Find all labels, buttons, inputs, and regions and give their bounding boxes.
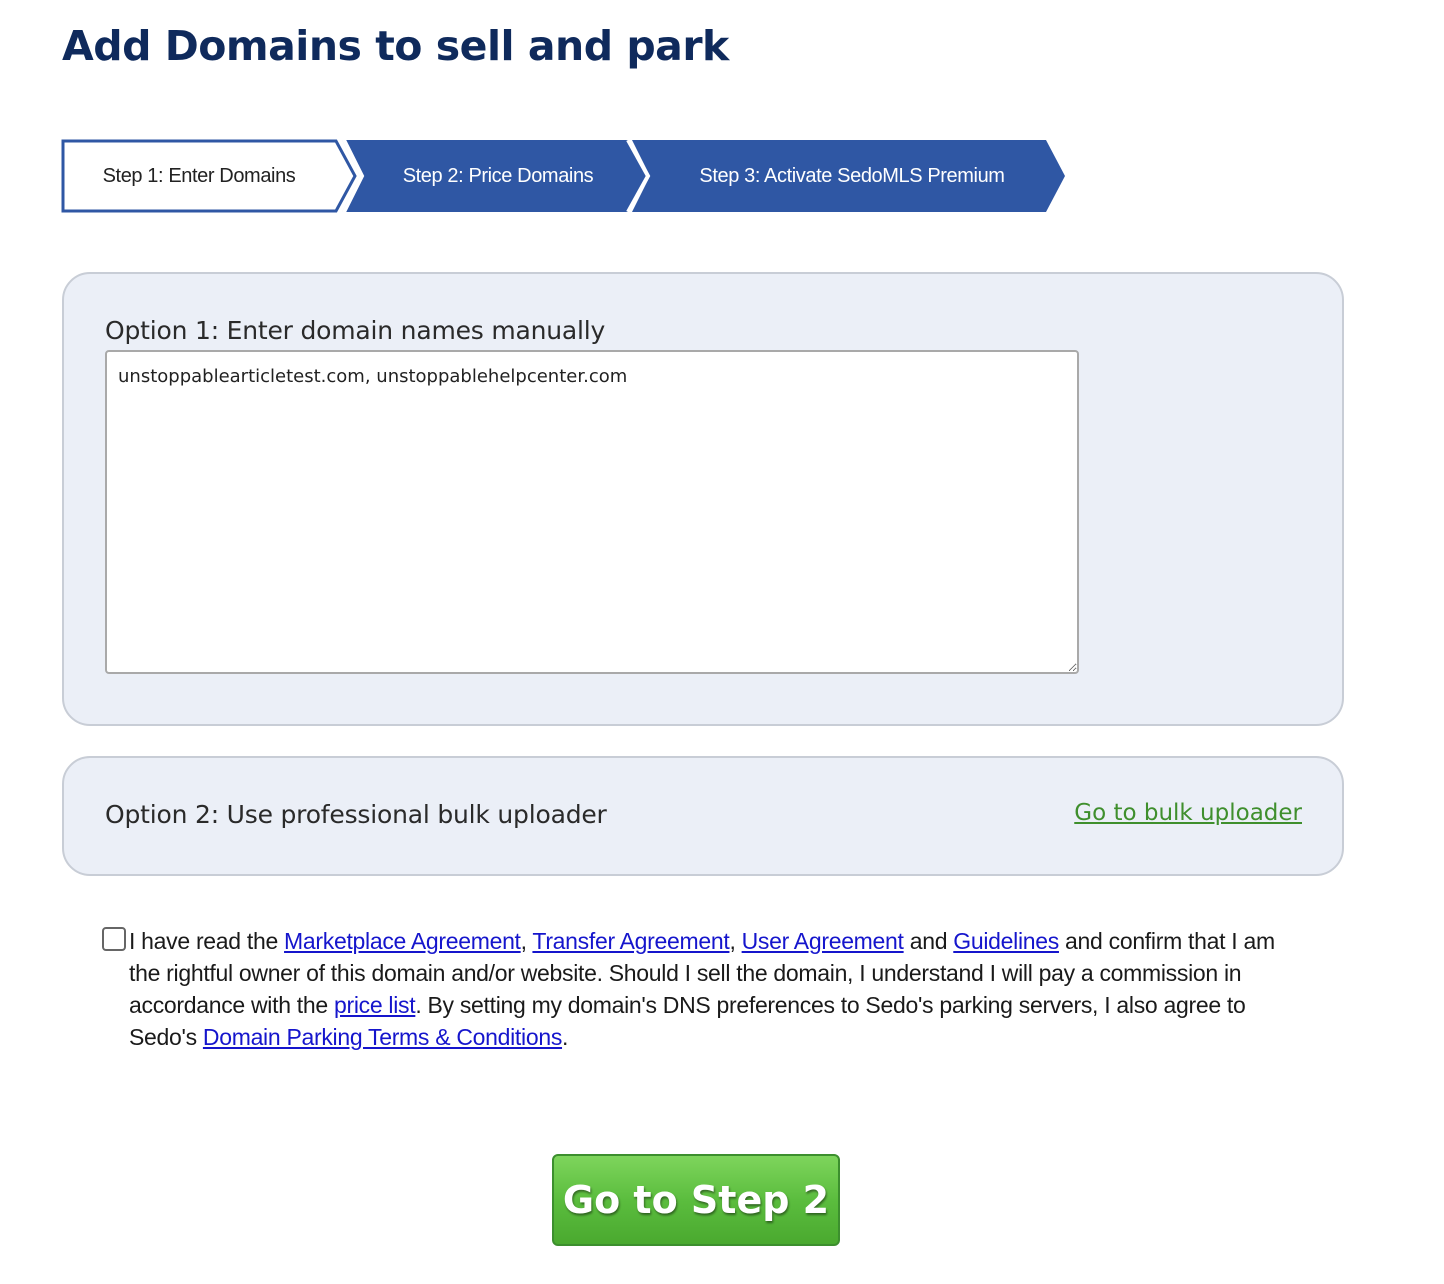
agreement-text-part: .	[562, 1024, 569, 1050]
step-3-label: Step 3: Activate SedoMLS Premium	[699, 165, 1005, 187]
guidelines-link[interactable]: Guidelines	[953, 928, 1059, 954]
option-1-panel: Option 1: Enter domain names manually	[62, 272, 1344, 726]
domain-parking-terms-link[interactable]: Domain Parking Terms & Conditions	[203, 1024, 562, 1050]
step-1-label: Step 1: Enter Domains	[102, 165, 296, 187]
agreement-text: I have read the Marketplace Agreement, T…	[129, 925, 1279, 1053]
agreement-separator: ,	[729, 928, 742, 954]
marketplace-agreement-link[interactable]: Marketplace Agreement	[284, 928, 521, 954]
agreement-separator: ,	[520, 928, 533, 954]
step-progress-bar: Step 1: Enter Domains Step 2: Price Doma…	[60, 138, 1070, 214]
agreement-text-part: I have read the	[129, 928, 285, 954]
page-title: Add Domains to sell and park	[62, 22, 729, 70]
bulk-uploader-link[interactable]: Go to bulk uploader	[1074, 800, 1302, 826]
go-to-step-2-button[interactable]: Go to Step 2	[552, 1154, 840, 1246]
price-list-link[interactable]: price list	[334, 992, 416, 1018]
option-2-heading: Option 2: Use professional bulk uploader	[105, 800, 607, 829]
agreement-checkbox[interactable]	[102, 927, 126, 951]
agreement-text-part: and	[903, 928, 954, 954]
option-2-panel: Option 2: Use professional bulk uploader…	[62, 756, 1344, 876]
step-2-label: Step 2: Price Domains	[402, 165, 594, 187]
transfer-agreement-link[interactable]: Transfer Agreement	[532, 928, 729, 954]
option-1-heading: Option 1: Enter domain names manually	[105, 316, 606, 345]
domain-names-textarea[interactable]	[105, 350, 1079, 674]
user-agreement-link[interactable]: User Agreement	[742, 928, 904, 954]
